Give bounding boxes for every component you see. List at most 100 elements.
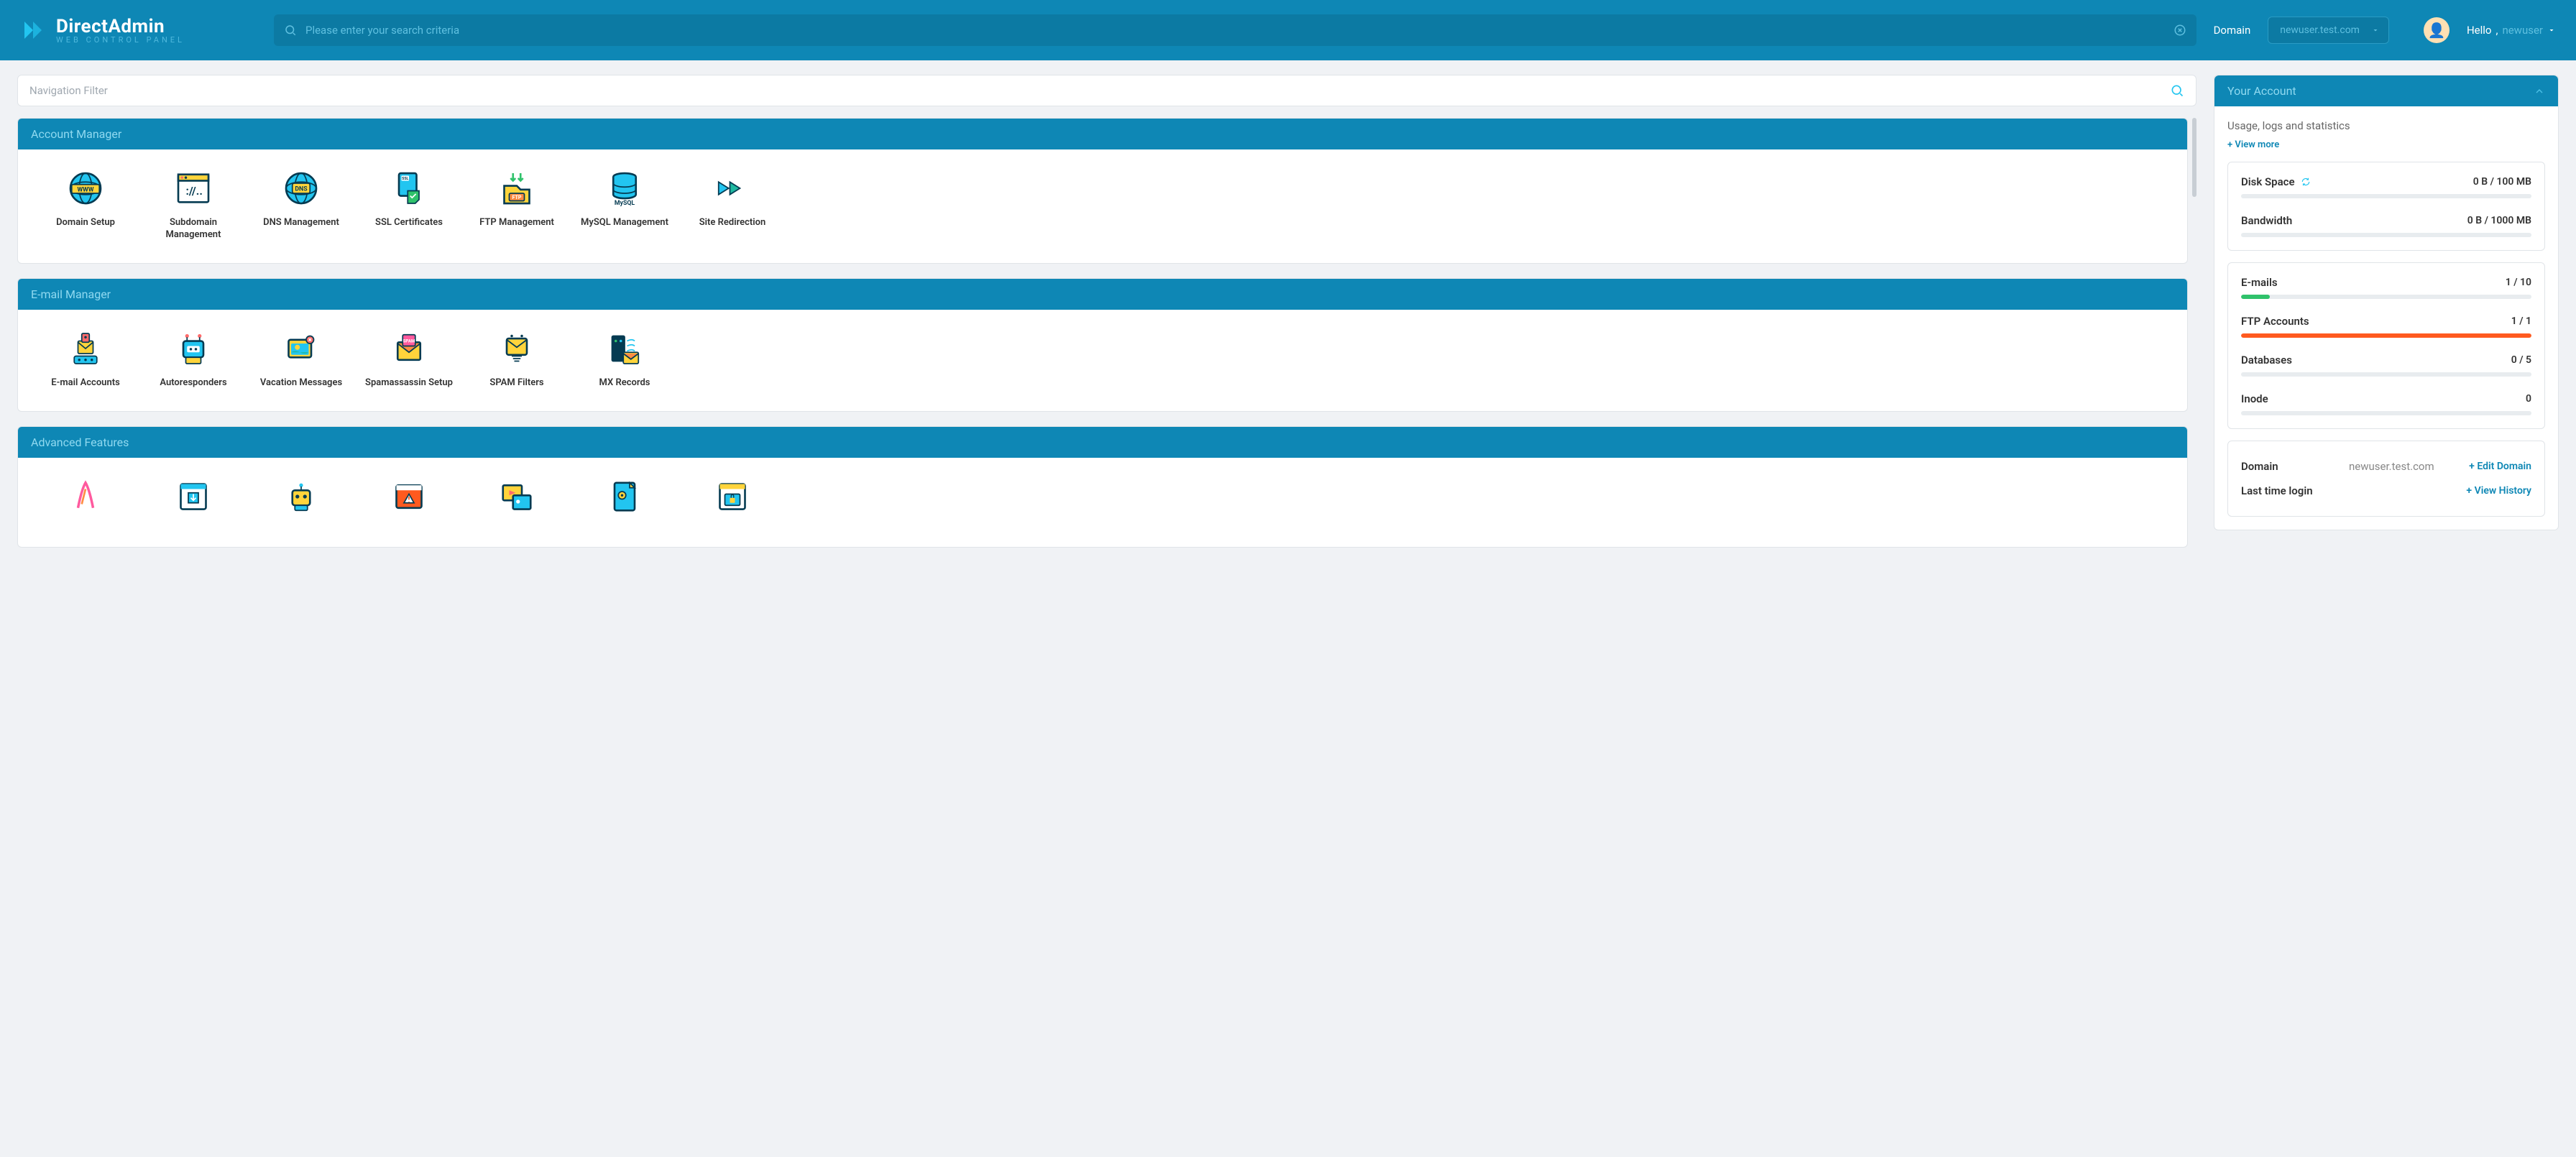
tile-label: Domain Setup: [56, 217, 115, 229]
stat-ftp-accounts: FTP Accounts 1 / 1: [2241, 315, 2531, 338]
stat-name: Bandwidth: [2241, 214, 2292, 227]
section-header: E-mail Manager: [18, 279, 2187, 310]
svg-text:SSL: SSL: [402, 177, 408, 181]
domain-selector[interactable]: newuser.test.com: [2268, 17, 2389, 44]
tile-doc[interactable]: [574, 476, 675, 525]
progress-bar: [2241, 372, 2531, 377]
section-account-manager: Account ManagerWWWDomain Setup://..Subdo…: [17, 118, 2188, 264]
brand-name: DirectAdmin: [56, 17, 185, 36]
tile-label: Vacation Messages: [260, 377, 342, 389]
globe-www-icon: WWW: [65, 168, 106, 208]
stat-bandwidth: Bandwidth 0 B / 1000 MB: [2241, 214, 2531, 237]
tile-label: SSL Certificates: [375, 217, 443, 229]
panel-header[interactable]: Your Account: [2214, 75, 2558, 106]
stat-name: Disk Space: [2241, 175, 2311, 188]
stat-value: 0: [2526, 393, 2531, 405]
tile-ftp-management[interactable]: FTPFTP Management: [466, 168, 567, 241]
domain-value: newuser.test.com: [2280, 24, 2360, 36]
chevron-up-icon: [2534, 86, 2545, 97]
info-key: Last time login: [2241, 484, 2349, 497]
refresh-icon[interactable]: [2301, 177, 2311, 187]
mysql-db-icon: MySQL: [604, 168, 645, 208]
redirect-icon: [712, 168, 753, 208]
tile-label: MX Records: [599, 377, 650, 389]
tile-label: Site Redirection: [699, 217, 766, 229]
media-icon: [497, 476, 537, 517]
scrollbar[interactable]: [2192, 118, 2196, 197]
tile-grid: E-mail Accounts Autoresponders Vacation Me…: [18, 310, 2187, 411]
stat-value: 0 / 5: [2511, 354, 2531, 366]
user-menu[interactable]: Hello, newuser: [2467, 24, 2556, 37]
view-more-link[interactable]: + View more: [2227, 139, 2545, 150]
tile-error-page[interactable]: [359, 476, 459, 525]
svg-text:WWW: WWW: [78, 186, 94, 193]
logo[interactable]: DirectAdmin web control panel: [20, 17, 185, 44]
tile-label: Autoresponders: [160, 377, 226, 389]
tile-robot2[interactable]: [251, 476, 351, 525]
mail-lock-icon: [65, 328, 106, 369]
tile-apache[interactable]: [35, 476, 136, 525]
stat-value: 1 / 1: [2511, 315, 2531, 327]
panel-description: Usage, logs and statistics: [2227, 119, 2545, 132]
tile-ssl-certificates[interactable]: SSL SSL Certificates: [359, 168, 459, 241]
your-account-panel: Your Account Usage, logs and statistics …: [2214, 75, 2559, 530]
secure-page-icon: [712, 476, 753, 517]
tile-domain-setup[interactable]: WWW Domain Setup: [35, 168, 136, 241]
progress-bar: [2241, 411, 2531, 415]
spam-env-icon: SPAM: [389, 328, 429, 369]
svg-text:SPAM: SPAM: [403, 338, 415, 344]
tile-dns-management[interactable]: DNS DNS Management: [251, 168, 351, 241]
search-input[interactable]: [274, 14, 2196, 46]
tile-subdomain-management[interactable]: ://..Subdomain Management: [143, 168, 244, 241]
progress-bar: [2241, 295, 2531, 299]
info-key: Domain: [2241, 460, 2349, 473]
stat-value: 0 B / 1000 MB: [2467, 215, 2531, 226]
tile-label: SPAM Filters: [489, 377, 543, 389]
progress-bar: [2241, 194, 2531, 198]
chevron-down-icon: [2547, 26, 2556, 34]
svg-text:MySQL: MySQL: [615, 200, 635, 207]
info-value: newuser.test.com: [2349, 460, 2469, 473]
section-e-mail-manager: E-mail Manager E-mail Accounts Autorespond…: [17, 278, 2188, 412]
section-advanced-features: Advanced Features: [17, 426, 2188, 548]
error-page-icon: [389, 476, 429, 517]
tile-secure-page[interactable]: [682, 476, 783, 525]
robot2-icon: [281, 476, 321, 517]
spam-filter-icon: [497, 328, 537, 369]
ssl-cert-icon: SSL: [389, 168, 429, 208]
tile-site-redirection[interactable]: Site Redirection: [682, 168, 783, 241]
mx-server-icon: [604, 328, 645, 369]
navigation-filter-input[interactable]: [29, 84, 2170, 97]
tile-grid: [18, 458, 2187, 547]
tile-spam-filters[interactable]: SPAM Filters: [466, 328, 567, 389]
hello-text: Hello: [2467, 24, 2492, 37]
info-action-link[interactable]: + View History: [2466, 485, 2531, 497]
tile-spamassassin-setup[interactable]: SPAMSpamassassin Setup: [359, 328, 459, 389]
tile-vacation-messages[interactable]: Vacation Messages: [251, 328, 351, 389]
apache-icon: [65, 476, 106, 517]
doc-icon: [604, 476, 645, 517]
info-row-domain: Domainnewuser.test.com+ Edit Domain: [2241, 454, 2531, 479]
tile-e-mail-accounts[interactable]: E-mail Accounts: [35, 328, 136, 389]
ftp-folder-icon: FTP: [497, 168, 537, 208]
progress-bar: [2241, 233, 2531, 237]
stat-inode: Inode0: [2241, 392, 2531, 415]
tile-media[interactable]: [466, 476, 567, 525]
stat-name: FTP Accounts: [2241, 315, 2309, 328]
tile-label: DNS Management: [263, 217, 339, 229]
info-action-link[interactable]: + Edit Domain: [2469, 461, 2531, 472]
tile-mx-records[interactable]: MX Records: [574, 328, 675, 389]
tile-mysql-management[interactable]: MySQLMySQL Management: [574, 168, 675, 241]
logo-text: DirectAdmin web control panel: [56, 17, 185, 44]
tile-label: E-mail Accounts: [51, 377, 120, 389]
tile-autoresponders[interactable]: Autoresponders: [143, 328, 244, 389]
stat-value: 0 B / 100 MB: [2473, 176, 2531, 188]
clear-icon[interactable]: [2174, 24, 2186, 37]
stat-e-mails: E-mails1 / 10: [2241, 276, 2531, 299]
avatar[interactable]: 👤: [2424, 17, 2450, 43]
username: newuser: [2502, 24, 2543, 37]
globe-dns-icon: DNS: [281, 168, 321, 208]
robot-icon: [173, 328, 213, 369]
tile-download[interactable]: [143, 476, 244, 525]
tile-label: Subdomain Management: [143, 217, 244, 241]
